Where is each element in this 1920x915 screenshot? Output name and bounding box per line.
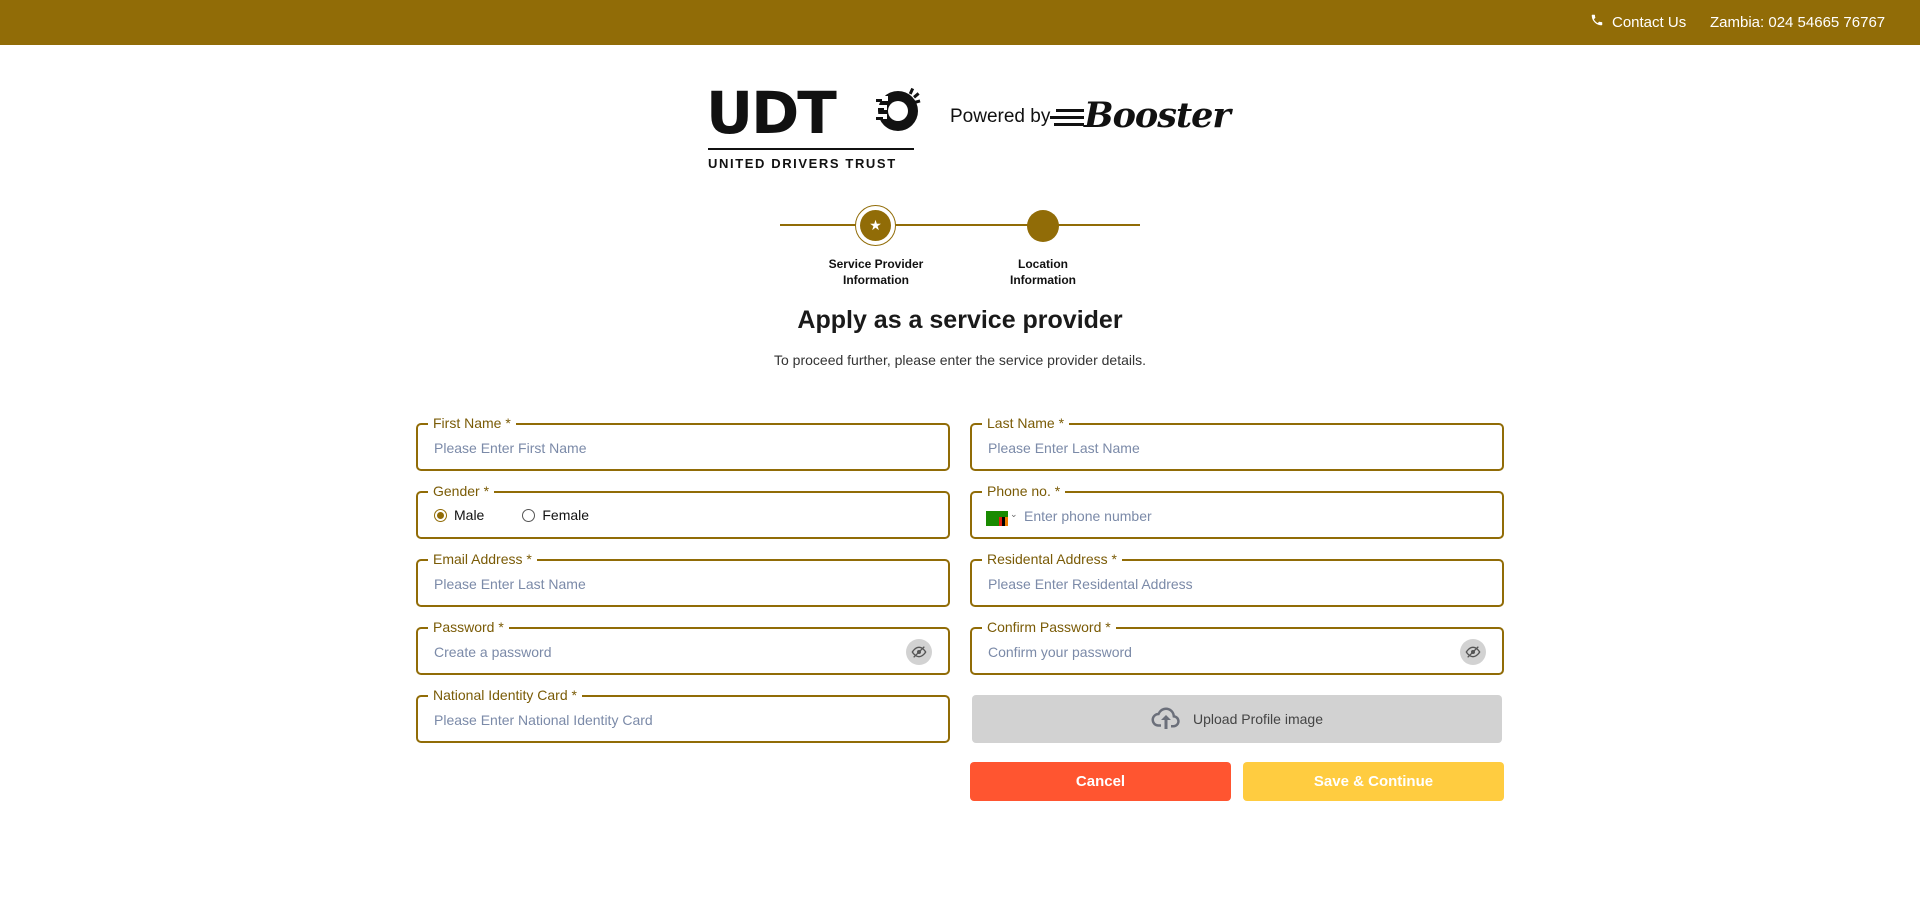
confirm-password-label: Confirm Password * [982,618,1116,636]
save-continue-button[interactable]: Save & Continue [1243,762,1504,801]
gender-male-label: Male [454,507,485,523]
steering-wheel-logo-icon [872,87,921,131]
powered-by-text: Powered by [950,106,1051,127]
udt-logo-text: UDT [706,79,837,147]
step-2-indicator[interactable] [1027,210,1059,242]
national-id-field: National Identity Card * [416,686,950,743]
udt-logo-subtitle: UNITED DRIVERS TRUST [708,156,897,171]
phone-input[interactable] [1024,505,1484,527]
contact-phone-number: Zambia: 024 54665 76767 [1710,13,1886,31]
page-subtitle: To proceed further, please enter the ser… [774,352,1146,368]
eye-off-icon[interactable] [906,639,932,665]
top-bar: Contact Us Zambia: 024 54665 76767 [0,0,1920,45]
gender-field: Gender * Male Female [416,482,950,539]
national-id-label: National Identity Card * [428,686,582,704]
booster-logo-text: Booster [1084,95,1231,136]
country-dropdown-chevron-icon[interactable]: ⌄ [1010,509,1018,520]
step-1-indicator[interactable]: ★ [855,205,896,246]
address-field: Residental Address * [970,550,1504,607]
star-icon: ★ [860,210,891,241]
step-1-label: Service Provider Information [828,257,924,287]
booster-speed-lines-icon [1050,109,1084,126]
address-label: Residental Address * [982,550,1122,568]
phone-field: Phone no. * ⌄ [970,482,1504,539]
confirm-password-input[interactable] [988,641,1448,663]
contact-us-link[interactable]: Contact Us [1590,12,1686,32]
email-input[interactable] [434,573,932,595]
upload-profile-image-label: Upload Profile image [1193,711,1323,727]
booster-logo: Booster [1048,96,1231,140]
radio-checked-icon[interactable] [434,508,447,522]
contact-us-label: Contact Us [1612,13,1687,31]
phone-icon [1590,13,1604,31]
address-input[interactable] [988,573,1486,595]
radio-unchecked-icon[interactable] [522,508,536,522]
confirm-password-field: Confirm Password * [970,618,1504,675]
cloud-upload-icon [1151,706,1181,733]
eye-off-icon[interactable] [1460,639,1486,665]
page-title: Apply as a service provider [797,306,1123,334]
password-label: Password * [428,618,509,636]
gender-female-radio[interactable]: Female [522,507,589,523]
gender-radio-group: Male Female [434,507,627,523]
gender-female-label: Female [542,507,590,523]
password-field: Password * [416,618,950,675]
gender-male-radio[interactable]: Male [434,507,484,523]
first-name-input[interactable] [434,437,932,459]
gender-label: Gender * [428,482,495,500]
step-2-label: Location Information [1010,257,1076,287]
national-id-input[interactable] [434,709,932,731]
upload-profile-image-button[interactable]: Upload Profile image [972,695,1502,743]
stepper-track [780,224,1140,226]
first-name-field: First Name * [416,414,950,471]
first-name-label: First Name * [428,414,516,432]
cancel-button[interactable]: Cancel [970,762,1231,801]
email-label: Email Address * [428,550,537,568]
last-name-label: Last Name * [982,414,1070,432]
udt-logo: UDT UNITED DRIVERS TRUST [706,84,922,172]
zambia-flag-icon[interactable] [986,511,1008,526]
logo-underline [708,148,914,150]
last-name-field: Last Name * [970,414,1504,471]
last-name-input[interactable] [988,437,1486,459]
password-input[interactable] [434,641,894,663]
phone-label: Phone no. * [982,482,1066,500]
email-field: Email Address * [416,550,950,607]
